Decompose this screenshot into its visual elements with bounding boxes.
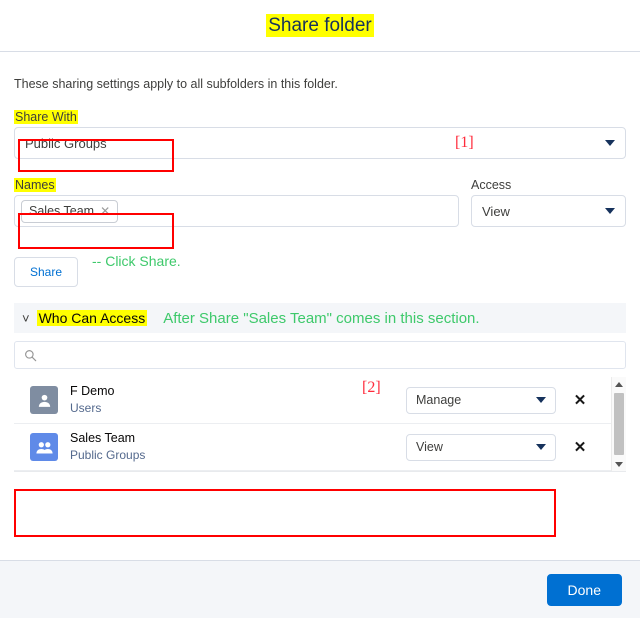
row-access-select[interactable]: View [406,433,556,461]
share-with-field: Share With Public Groups [14,108,626,159]
avatar [30,433,58,461]
share-annotation-note: -- Click Share. [92,253,181,269]
person-name: Sales Team [70,431,136,446]
chevron-down-icon [605,140,615,146]
table-row[interactable]: F Demo Users Manage ✕ [14,377,626,424]
caret-up-icon[interactable] [612,377,626,391]
dialog-footer: Done [0,560,640,618]
name-token[interactable]: Sales Team ✕ [21,199,119,223]
person-type: Users [70,400,102,415]
row-access-value: Manage [416,393,462,407]
share-with-select[interactable]: Public Groups [14,127,626,159]
person-type: Public Groups [70,447,146,462]
row-access-select[interactable]: Manage [406,386,556,414]
share-with-value: Public Groups [25,135,107,151]
share-action-row: Share -- Click Share. [14,227,626,287]
name-token-label: Sales Team [29,203,95,218]
row-access-value: View [416,440,443,454]
search-input[interactable] [44,347,616,363]
person-name: F Demo [70,384,115,399]
person-icon [38,394,50,407]
share-with-label: Share With [14,110,78,124]
search-icon [24,349,37,362]
chevron-down-icon [536,444,546,450]
names-input[interactable]: Sales Team ✕ [14,195,459,227]
names-label: Names [14,178,56,192]
intro-text: These sharing settings apply to all subf… [14,77,338,91]
table-row[interactable]: Sales Team Public Groups View ✕ [14,424,626,471]
done-button[interactable]: Done [546,573,622,606]
avatar [30,386,58,414]
caret-down-icon[interactable] [612,457,626,471]
page-title: Share folder [266,13,374,38]
search-box[interactable] [14,341,626,369]
names-field: Names Sales Team ✕ [14,176,459,227]
annotation-box-sales-team-row [14,489,556,537]
access-annotation-note: After Share "Sales Team" comes in this s… [163,309,480,327]
who-can-access-header[interactable]: ˅ Who Can Access After Share "Sales Team… [14,303,626,333]
group-icon [35,441,53,453]
step-marker-one: [1] [455,134,474,151]
chevron-down-icon [605,208,615,214]
dialog-body: These sharing settings apply to all subf… [0,52,640,472]
who-can-access-list: F Demo Users Manage ✕ Sales Team Public … [14,377,626,472]
close-icon[interactable]: ✕ [572,440,588,455]
names-access-row: Names Sales Team ✕ Access View [14,176,626,227]
access-label: Access [471,178,512,192]
step-marker-two: [2] [362,379,381,396]
access-select[interactable]: View [471,195,626,227]
who-can-access-label: Who Can Access [36,310,148,326]
close-icon[interactable]: ✕ [100,205,110,217]
dialog-header: Share folder [0,0,640,52]
share-folder-dialog: Share folder These sharing settings appl… [0,0,640,618]
list-scrollbar[interactable] [611,377,626,471]
scrollbar-thumb[interactable] [614,393,624,455]
close-icon[interactable]: ✕ [572,393,588,408]
chevron-down-icon [536,397,546,403]
access-value: View [482,203,510,219]
access-field: Access View [471,176,626,227]
chevron-down-icon[interactable]: ˅ [22,312,30,325]
share-button[interactable]: Share [14,257,78,287]
intro-row: These sharing settings apply to all subf… [14,52,626,91]
